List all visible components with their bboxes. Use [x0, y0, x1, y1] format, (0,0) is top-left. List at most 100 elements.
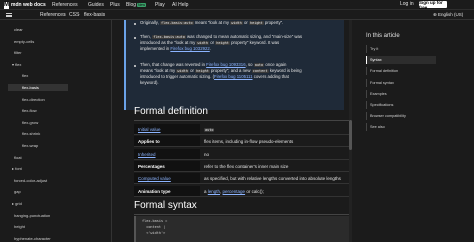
toc-item-syntax[interactable]: Syntax — [366, 56, 436, 65]
nav-guides[interactable]: Guides — [88, 0, 104, 10]
language-label: English (US) — [438, 12, 464, 17]
sidebar-item-flex-flow[interactable]: flex-flow — [0, 107, 37, 114]
sidebar-item-label: hyphenate-character — [14, 235, 51, 241]
sidebar-item-label: flex — [15, 61, 22, 67]
syntax-code-block: flex-basis = content | <'width'> — [134, 216, 349, 242]
nav-blog-label: Blog — [126, 2, 137, 8]
toc-item-formal-definition[interactable]: Formal definition — [366, 67, 436, 76]
sidebar-item-label: gap — [14, 189, 21, 195]
sidebar-item-flex[interactable]: ▾ flex — [0, 61, 21, 68]
sidebar-item-flex-wrap[interactable]: flex-wrap — [0, 142, 38, 149]
sidebar: clear empty-cells filter ▾ flex flex flex-bas… — [0, 20, 112, 242]
breadcrumb-references[interactable]: References — [40, 12, 66, 18]
note-paragraph-1: Originally, flex-basis:auto meant "look … — [140, 20, 284, 25]
note-paragraph-3: Then, that change was reverted in Firefo… — [140, 62, 302, 85]
sidebar-item-label: flex — [22, 73, 29, 79]
sidebar-item-label: hanging-punctuation — [14, 212, 51, 218]
sidebar-item-flex-basis[interactable]: flex-basis — [8, 84, 68, 91]
sidebar-item-label: float — [14, 154, 22, 160]
sidebar-item-label: empty-cells — [14, 38, 35, 44]
note-paragraph-2: Then, flex-basis:auto was changed to mea… — [140, 34, 303, 51]
toc-item-see-also[interactable]: See also — [366, 123, 436, 132]
breadcrumb-bar: References › CSS › flex-basis ⊕ English … — [0, 10, 474, 20]
sidebar-item-empty-cells[interactable]: empty-cells — [0, 38, 34, 45]
divider — [134, 214, 349, 215]
sidebar-item-label: flex-direction — [22, 96, 45, 102]
sidebar-item-height[interactable]: height — [0, 223, 25, 230]
sidebar-item-label: flex-shrink — [22, 131, 41, 137]
sidebar-item-flex-direction[interactable]: flex-direction — [0, 96, 45, 103]
firefox-bug-1105111-link[interactable]: Firefox bug 1105111 — [214, 74, 252, 79]
type-link[interactable]: length — [208, 189, 220, 194]
sidebar-item-label: height — [14, 224, 25, 230]
definition-row: Inherited no — [134, 148, 349, 160]
top-navigation-bar: M mdn web docs References Guides Plus Bl… — [0, 0, 474, 10]
nav-ai-help[interactable]: AI Help — [172, 0, 188, 10]
new-badge: New — [137, 3, 147, 7]
row-divider — [134, 183, 349, 185]
definition-row: Applies to flex items, including in-flow … — [134, 136, 349, 148]
sidebar-item-label: forced-color-adjust — [14, 177, 48, 183]
type-link[interactable]: percentage — [223, 189, 246, 194]
formal-syntax-heading: Formal syntax — [134, 200, 197, 211]
table-of-contents: In this article Try it Syntax Formal defin… — [352, 20, 474, 242]
breadcrumb-separator: › — [64, 12, 66, 18]
nav-blog[interactable]: Blog New — [126, 0, 147, 10]
logo-mark-icon: M — [4, 1, 9, 9]
formal-definition-heading: Formal definition — [134, 106, 208, 117]
definition-row: Computed value as specified, but with rel… — [134, 173, 349, 185]
toc-item-browser-compatibility[interactable]: Browser compatibility — [366, 112, 436, 121]
sidebar-item-label: filter — [14, 50, 22, 56]
sidebar-item-font[interactable]: ▸ font — [0, 165, 22, 172]
row-divider — [134, 195, 349, 197]
sidebar-item-label: flex-wrap — [22, 143, 39, 148]
nav-plus[interactable]: Plus — [110, 0, 120, 10]
sidebar-item-label: flex-basis — [22, 85, 39, 90]
bullet-icon — [134, 65, 136, 67]
logo-text: mdn web docs — [11, 2, 46, 8]
sidebar-item-forced-color-adjust[interactable]: forced-color-adjust — [0, 177, 47, 184]
sidebar-item-float[interactable]: float — [0, 154, 22, 161]
sidebar-item-label: flex-flow — [22, 108, 37, 114]
signup-button[interactable]: Sign up for free — [419, 0, 447, 10]
code-line: <'width'> — [142, 231, 166, 235]
definition-row: Animation type a length, percentage or ca… — [134, 185, 349, 197]
sidebar-item-label: grid — [15, 201, 22, 206]
toc-item-formal-syntax[interactable]: Formal syntax — [366, 78, 436, 87]
toc-item-try-it[interactable]: Try it — [366, 45, 436, 53]
row-divider — [134, 170, 349, 172]
row-divider — [134, 146, 349, 148]
firefox-bug-1093316-link[interactable]: Firefox bug 1093316 — [206, 62, 245, 67]
row-divider — [134, 158, 349, 160]
mdn-logo[interactable]: M mdn web docs — [4, 1, 46, 9]
definition-row: Initial value auto — [134, 124, 349, 135]
sidebar-item-hanging-punctuation[interactable]: hanging-punctuation — [0, 212, 50, 219]
firefox-bug-1032922-link[interactable]: Firefox bug 1032922 — [170, 46, 209, 51]
sidebar-item-clear[interactable]: clear — [0, 26, 23, 33]
toc-title: In this article — [366, 33, 400, 39]
login-link[interactable]: Log in — [400, 1, 414, 7]
toc-item-specifications[interactable]: Specifications — [366, 101, 436, 109]
sidebar-item-grid[interactable]: ▸ grid — [0, 200, 22, 207]
nav-play[interactable]: Play — [155, 0, 165, 10]
definition-row: Percentages refer to the flex container's… — [134, 160, 349, 172]
code-line: flex-basis = — [142, 219, 168, 223]
sidebar-item-hyphenate-character[interactable]: hyphenate-character — [0, 235, 51, 242]
code-line: content | — [142, 225, 166, 229]
sidebar-item-gap[interactable]: gap — [0, 188, 21, 195]
sidebar-item-filter[interactable]: filter — [0, 49, 22, 56]
toc-item-examples[interactable]: Examples — [366, 89, 436, 98]
breadcrumb-separator: › — [78, 12, 80, 18]
sidebar-toggle-icon[interactable] — [6, 13, 12, 17]
sidebar-item-flex[interactable]: flex — [0, 72, 28, 79]
main-content: Originally, flex-basis:auto meant "look … — [112, 20, 352, 242]
bullet-icon — [134, 37, 136, 39]
breadcrumb-current: flex-basis — [84, 12, 106, 18]
sidebar-item-flex-grow[interactable]: flex-grow — [0, 119, 38, 126]
sidebar-item-label: flex-grow — [22, 119, 39, 125]
language-selector[interactable]: ⊕ English (US) — [433, 12, 463, 18]
nav-references[interactable]: References — [52, 0, 78, 10]
sidebar-item-flex-shrink[interactable]: flex-shrink — [0, 130, 40, 137]
note-callout: Originally, flex-basis:auto meant "look … — [124, 20, 344, 110]
divider — [134, 120, 349, 121]
